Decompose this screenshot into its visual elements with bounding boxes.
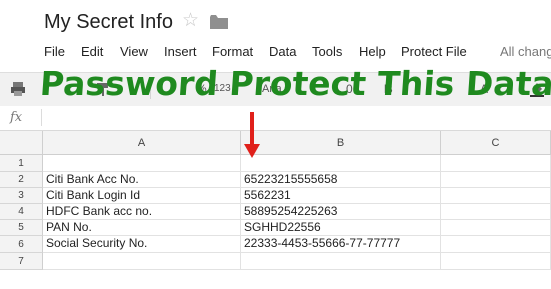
title-row: My Secret Info ☆ xyxy=(0,0,551,40)
cell-c4[interactable] xyxy=(441,204,551,220)
select-all-corner[interactable] xyxy=(0,131,43,155)
cell-c5[interactable] xyxy=(441,220,551,236)
cell-b2[interactable]: 65223215555658 xyxy=(241,172,441,188)
spreadsheet-grid: A B C 1 2 Citi Bank Acc No. 652232155556… xyxy=(0,131,551,289)
cell-a4[interactable]: HDFC Bank acc no. xyxy=(43,204,241,220)
formula-bar: fx xyxy=(0,106,551,131)
cell-c6[interactable] xyxy=(441,236,551,253)
cell-b6[interactable]: 22333-4453-55666-77-77777 xyxy=(241,236,441,253)
fx-icon: fx xyxy=(10,110,23,125)
menu-protect-file[interactable]: Protect File xyxy=(401,44,467,59)
menu-format[interactable]: Format xyxy=(212,44,253,59)
annotation-arrow xyxy=(250,112,254,146)
cell-c2[interactable] xyxy=(441,172,551,188)
cell-c1[interactable] xyxy=(441,155,551,172)
cell-c3[interactable] xyxy=(441,188,551,204)
column-header-c[interactable]: C xyxy=(441,131,551,155)
cell-a5[interactable]: PAN No. xyxy=(43,220,241,236)
menu-help[interactable]: Help xyxy=(359,44,386,59)
formula-input[interactable] xyxy=(41,109,550,126)
cell-a1[interactable] xyxy=(43,155,241,172)
cell-c7[interactable] xyxy=(441,253,551,270)
document-title[interactable]: My Secret Info xyxy=(44,11,173,34)
annotation-banner: Password Protect This Data xyxy=(38,64,551,103)
cell-b1[interactable] xyxy=(241,155,441,172)
cell-a3[interactable]: Citi Bank Login Id xyxy=(43,188,241,204)
column-header-a[interactable]: A xyxy=(43,131,241,155)
menu-insert[interactable]: Insert xyxy=(164,44,197,59)
cell-a7[interactable] xyxy=(43,253,241,270)
row-header[interactable]: 4 xyxy=(0,204,43,220)
row-header[interactable]: 6 xyxy=(0,236,43,253)
cell-b7[interactable] xyxy=(241,253,441,270)
cell-b5[interactable]: SGHHD22556 xyxy=(241,220,441,236)
annotation-arrow-head xyxy=(244,144,260,158)
row-header[interactable]: 3 xyxy=(0,188,43,204)
cell-b4[interactable]: 58895254225263 xyxy=(241,204,441,220)
cell-b3[interactable]: 5562231 xyxy=(241,188,441,204)
save-status: All chang xyxy=(500,44,551,59)
row-header[interactable]: 2 xyxy=(0,172,43,188)
menu-data[interactable]: Data xyxy=(269,44,296,59)
cell-a2[interactable]: Citi Bank Acc No. xyxy=(43,172,241,188)
star-icon[interactable]: ☆ xyxy=(182,10,199,32)
folder-icon[interactable] xyxy=(210,15,228,29)
row-header[interactable]: 1 xyxy=(0,155,43,172)
row-header[interactable]: 5 xyxy=(0,220,43,236)
cell-a6[interactable]: Social Security No. xyxy=(43,236,241,253)
menu-bar: File Edit View Insert Format Data Tools … xyxy=(0,40,551,65)
menu-edit[interactable]: Edit xyxy=(81,44,103,59)
menu-file[interactable]: File xyxy=(44,44,65,59)
menu-tools[interactable]: Tools xyxy=(312,44,342,59)
row-header[interactable]: 7 xyxy=(0,253,43,270)
column-header-b[interactable]: B xyxy=(241,131,441,155)
menu-view[interactable]: View xyxy=(120,44,148,59)
print-icon[interactable] xyxy=(10,81,26,97)
